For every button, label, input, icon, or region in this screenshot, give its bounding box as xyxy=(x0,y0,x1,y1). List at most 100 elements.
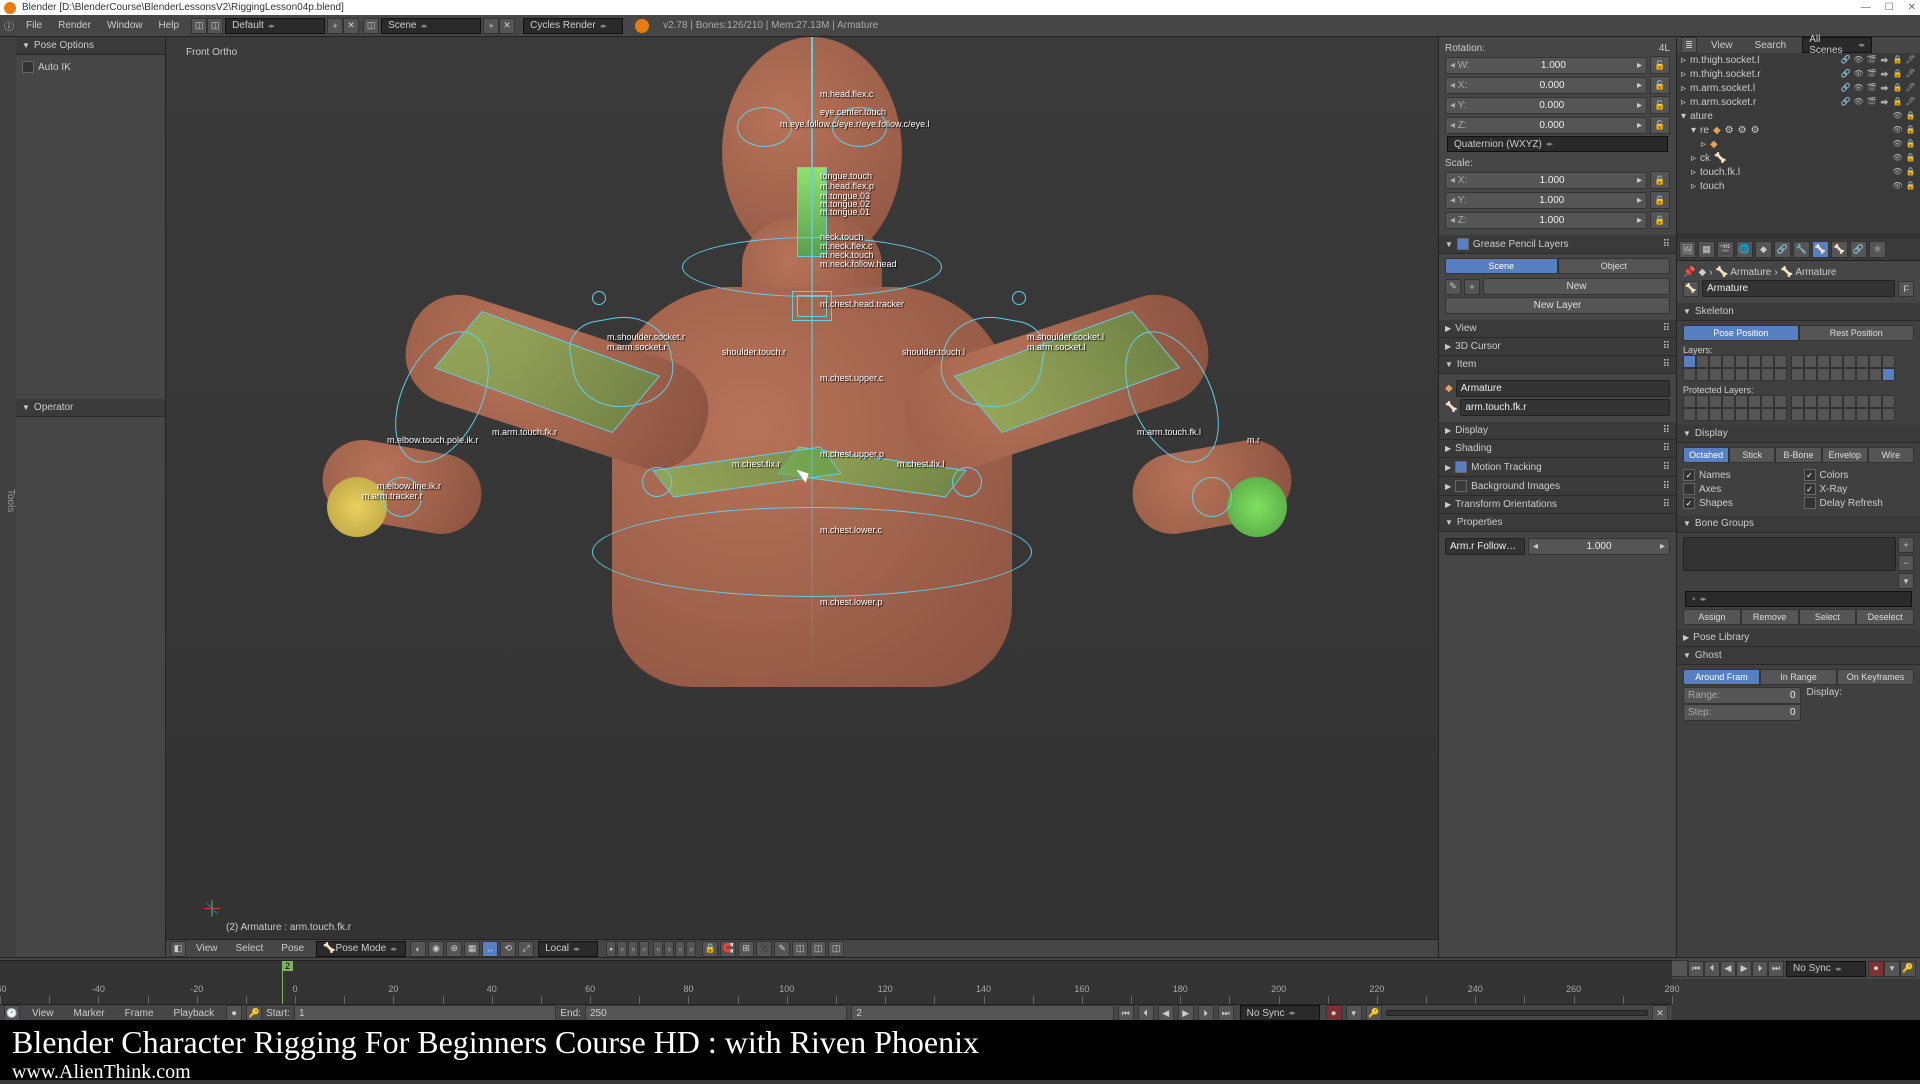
layer-btn[interactable]: ▫ xyxy=(664,941,674,957)
outliner-tree[interactable]: ▹m.thigh.socket.l🔗👁🎬⮕🔒🖊 ▹m.thigh.socket.… xyxy=(1677,53,1920,233)
tl-editor-icon[interactable]: 🕐 xyxy=(4,1005,20,1021)
menu-render[interactable]: Render xyxy=(50,15,99,37)
scale-x-field[interactable]: ◂ X:1.000▸ xyxy=(1445,172,1647,189)
play-fwd-icon[interactable]: ▶ xyxy=(1736,961,1752,977)
ghost-onkey[interactable]: On Keyframes xyxy=(1837,669,1914,685)
layout-add-icon[interactable]: + xyxy=(327,18,343,34)
chk-delay[interactable]: Delay Refresh xyxy=(1804,497,1915,509)
menu-file[interactable]: File xyxy=(18,15,50,37)
item-section[interactable]: ▼Item⠿ xyxy=(1439,356,1676,374)
bg-menu-icon[interactable]: ▾ xyxy=(1898,573,1914,589)
gp-new-button[interactable]: New xyxy=(1483,278,1670,295)
gp-add-icon[interactable]: + xyxy=(1464,279,1480,295)
outliner-editor-icon[interactable]: ≣ xyxy=(1681,37,1697,53)
proptab-armature[interactable]: 🦴 xyxy=(1812,241,1829,258)
bg-deselect[interactable]: Deselect xyxy=(1856,609,1914,625)
pose-options-header[interactable]: ▼Pose Options xyxy=(16,37,165,55)
lock-w-icon[interactable]: 🔓 xyxy=(1650,56,1670,74)
timeline-ruler[interactable]: 2 -60-40-2002040608010012014016018020022… xyxy=(0,961,1672,1005)
proptab-world[interactable]: 🌐 xyxy=(1736,241,1753,258)
rot-x-field[interactable]: ◂ X:0.000▸ xyxy=(1445,77,1647,94)
armature-name-field[interactable]: Armature xyxy=(1702,280,1895,297)
chk-xray[interactable]: X-Ray xyxy=(1804,483,1915,495)
tl-nextkey-icon[interactable]: ⏵ xyxy=(1198,1005,1214,1021)
manip-icon-2[interactable]: ↔ xyxy=(482,941,498,957)
prop-val-field[interactable]: ◂1.000▸ xyxy=(1528,538,1670,555)
render-icon[interactable]: 🎥 xyxy=(756,941,772,957)
scene-dropdown[interactable]: Scene xyxy=(381,18,481,34)
item-bone-field[interactable]: arm.touch.fk.r xyxy=(1460,399,1670,416)
rot-z-field[interactable]: ◂ Z:0.000▸ xyxy=(1445,117,1647,134)
tl-jumpend-icon[interactable]: ⏭ xyxy=(1218,1005,1234,1021)
tl-prevkey-icon[interactable]: ⏴ xyxy=(1138,1005,1154,1021)
vp-select[interactable]: Select xyxy=(228,938,272,958)
tl-playrev-icon[interactable]: ◀ xyxy=(1158,1005,1174,1021)
armature-layers[interactable] xyxy=(1683,355,1914,381)
misc-icon-3[interactable]: ◫ xyxy=(828,941,844,957)
layer-btn[interactable]: ▫ xyxy=(653,941,663,957)
scale-z-field[interactable]: ◂ Z:1.000▸ xyxy=(1445,212,1647,229)
vp-view[interactable]: View xyxy=(188,938,226,958)
ghost-inrange[interactable]: In Range xyxy=(1760,669,1837,685)
lock-sz-icon[interactable]: 🔒 xyxy=(1650,211,1670,229)
lock-sy-icon[interactable]: 🔒 xyxy=(1650,191,1670,209)
tl-rec-icon[interactable]: ⏺ xyxy=(226,1005,242,1021)
snap-icon[interactable]: 🧲 xyxy=(720,941,736,957)
tl-autokey-icon[interactable]: ⏺ xyxy=(1326,1005,1342,1021)
rot-y-field[interactable]: ◂ Y:0.000▸ xyxy=(1445,97,1647,114)
bg-remove-icon[interactable]: − xyxy=(1898,555,1914,571)
pose-position-button[interactable]: Pose Position xyxy=(1683,325,1799,341)
keyset-icon[interactable]: ▾ xyxy=(1884,961,1900,977)
menu-window[interactable]: Window xyxy=(99,15,151,37)
gpencil-icon[interactable]: ✎ xyxy=(774,941,790,957)
layer-btn[interactable]: ▫ xyxy=(628,941,638,957)
cursor-section[interactable]: ▶3D Cursor⠿ xyxy=(1439,338,1676,356)
pin-icon[interactable]: 📌 xyxy=(1683,267,1695,278)
vp-pose[interactable]: Pose xyxy=(273,938,312,958)
gp-header[interactable]: ▼Grease Pencil Layers⠿ xyxy=(1439,235,1676,254)
editor-type-icon[interactable]: ◧ xyxy=(170,941,186,957)
play-end-icon[interactable]: ⏭ xyxy=(1768,961,1784,977)
breadcrumb-armature[interactable]: 🦴 Armature xyxy=(1716,267,1772,278)
viewport[interactable]: Front Ortho xyxy=(166,37,1438,957)
play-next-icon[interactable]: ⏵ xyxy=(1752,961,1768,977)
bg-remove[interactable]: Remove xyxy=(1741,609,1799,625)
item-armature-field[interactable]: Armature xyxy=(1456,380,1670,397)
misc-icon-2[interactable]: ◫ xyxy=(810,941,826,957)
tl-keyset-icon[interactable]: ▾ xyxy=(1346,1005,1362,1021)
scale-y-field[interactable]: ◂ Y:1.000▸ xyxy=(1445,192,1647,209)
scene-prev-icon[interactable]: ◫ xyxy=(191,18,207,34)
tl-play-icon[interactable]: ▶ xyxy=(1178,1005,1194,1021)
bonegroup-select[interactable]: ◦ xyxy=(1685,591,1912,607)
tl-keyset-field[interactable] xyxy=(1386,1010,1648,1016)
minimize-icon[interactable]: — xyxy=(1861,2,1871,13)
keyset2-icon[interactable]: 🔑 xyxy=(1900,961,1916,977)
play-start-icon[interactable]: ⏮ xyxy=(1688,961,1704,977)
chk-shapes[interactable]: Shapes xyxy=(1683,497,1794,509)
rec-icon[interactable]: ⏺ xyxy=(1868,961,1884,977)
pivot-icon[interactable]: ⊕ xyxy=(446,941,462,957)
disp-octa[interactable]: Octahed xyxy=(1683,447,1729,463)
motion-section[interactable]: ▶Motion Tracking⠿ xyxy=(1439,458,1676,477)
gp-newlayer-button[interactable]: New Layer xyxy=(1445,297,1670,314)
layer-btn[interactable]: ▫ xyxy=(617,941,627,957)
proptab-layers[interactable]: ▦ xyxy=(1698,241,1715,258)
rest-position-button[interactable]: Rest Position xyxy=(1799,325,1915,341)
tl-start-field[interactable]: 1 xyxy=(294,1005,556,1022)
manip-icon-4[interactable]: ⤢ xyxy=(518,941,534,957)
proptab-physics[interactable]: ⚛ xyxy=(1869,241,1886,258)
menu-help[interactable]: Help xyxy=(151,15,188,37)
sync-dropdown[interactable]: No Sync xyxy=(1786,961,1866,977)
play-rev-icon[interactable]: ◀ xyxy=(1720,961,1736,977)
gp-scene-button[interactable]: Scene xyxy=(1445,258,1558,274)
display-section[interactable]: ▶Display⠿ xyxy=(1439,422,1676,440)
lock-x-icon[interactable]: 🔓 xyxy=(1650,76,1670,94)
scene-add-icon[interactable]: + xyxy=(483,18,499,34)
view-section[interactable]: ▶View⠿ xyxy=(1439,320,1676,338)
tl-end-field[interactable]: 250 xyxy=(585,1005,847,1022)
disp-wire[interactable]: Wire xyxy=(1868,447,1914,463)
disp-envelop[interactable]: Envelop xyxy=(1822,447,1868,463)
layer-btn[interactable]: ▫ xyxy=(675,941,685,957)
tl-keyinsert-icon[interactable]: 🔑 xyxy=(1366,1005,1382,1021)
tl-keyx-icon[interactable]: ✕ xyxy=(1652,1005,1668,1021)
